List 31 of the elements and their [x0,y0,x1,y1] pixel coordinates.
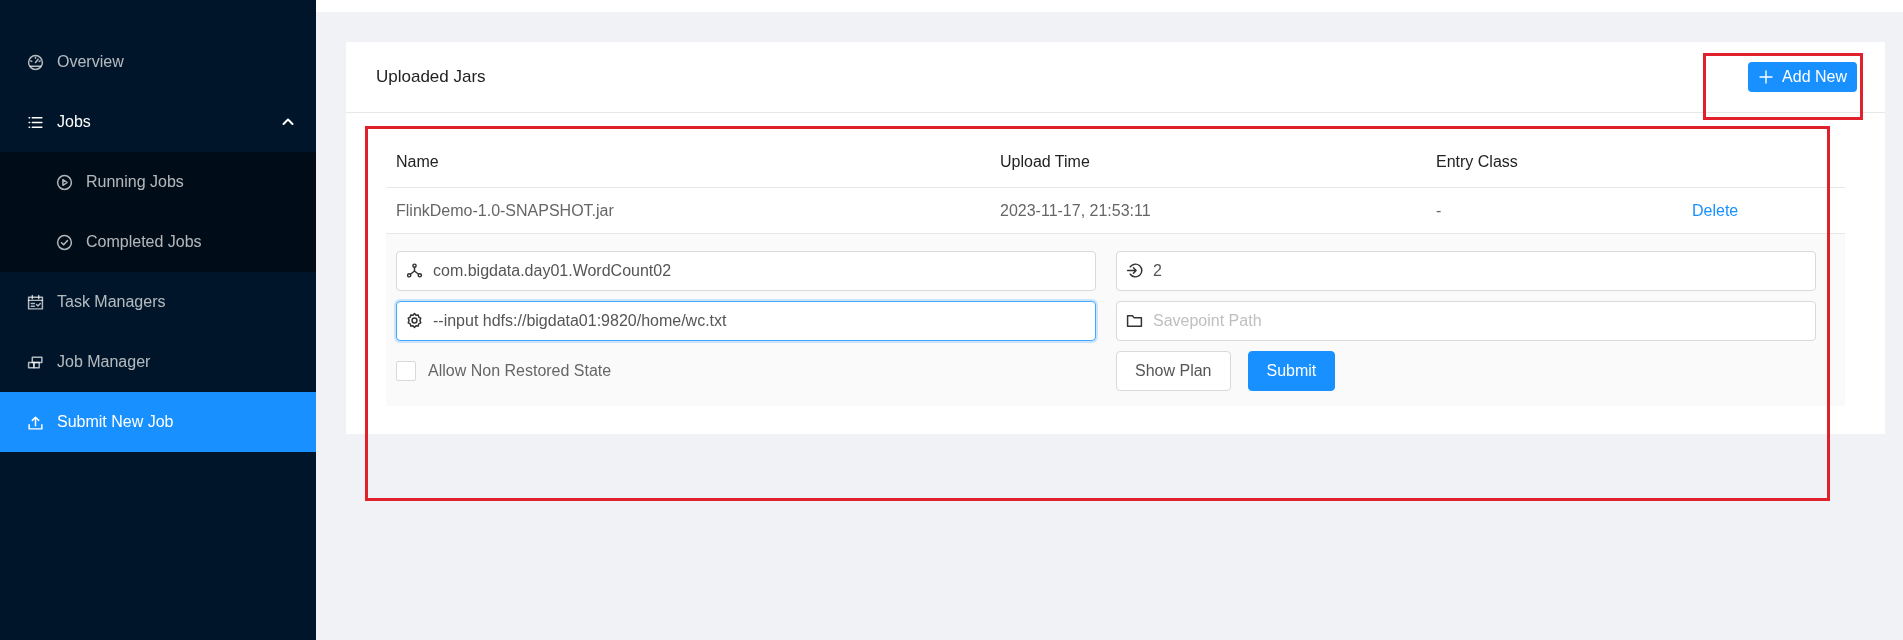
sidebar-item[interactable]: Task Managers [0,272,316,332]
sidebar-item[interactable]: Running Jobs [0,152,316,212]
login-icon [1126,262,1143,279]
column-header: Upload Time [999,152,1091,172]
column-header: Entry Class [1435,152,1519,172]
column-header: Name [395,152,440,172]
sidebar-item[interactable]: Jobs [0,92,316,152]
table-cell-text: 2023-11-17, 21:53:11 [999,200,1152,221]
input-field[interactable]: 2 [1116,251,1816,291]
gear-icon [406,312,423,329]
check-icon [56,233,73,251]
show-plan-button[interactable]: Show Plan [1116,351,1231,391]
table-cell-text: - [1435,200,1443,221]
folder-icon [1126,312,1143,329]
checkbox-label: Allow Non Restored State [428,361,612,381]
calendar-icon [27,293,44,311]
dashboard-icon [27,53,44,71]
card-title: Uploaded Jars [376,66,486,89]
input-field[interactable]: Savepoint Path [1116,301,1816,341]
sidebar-item[interactable]: Completed Jobs [0,212,316,272]
input-field[interactable]: com.bigdata.day01.WordCount02 [396,251,1096,291]
input-field[interactable]: --input hdfs://bigdata01:9820/home/wc.txt [396,301,1096,341]
sidebar-item[interactable]: Job Manager [0,332,316,392]
nodes-icon [406,262,423,279]
checkbox[interactable] [396,361,416,381]
table-cell-text: FlinkDemo-1.0-SNAPSHOT.jar [395,200,615,221]
cluster-icon [27,353,44,371]
plus-icon [1758,69,1775,85]
play-icon [56,173,73,191]
sidebar-item[interactable]: Overview [0,32,316,92]
upload-icon [27,413,44,431]
